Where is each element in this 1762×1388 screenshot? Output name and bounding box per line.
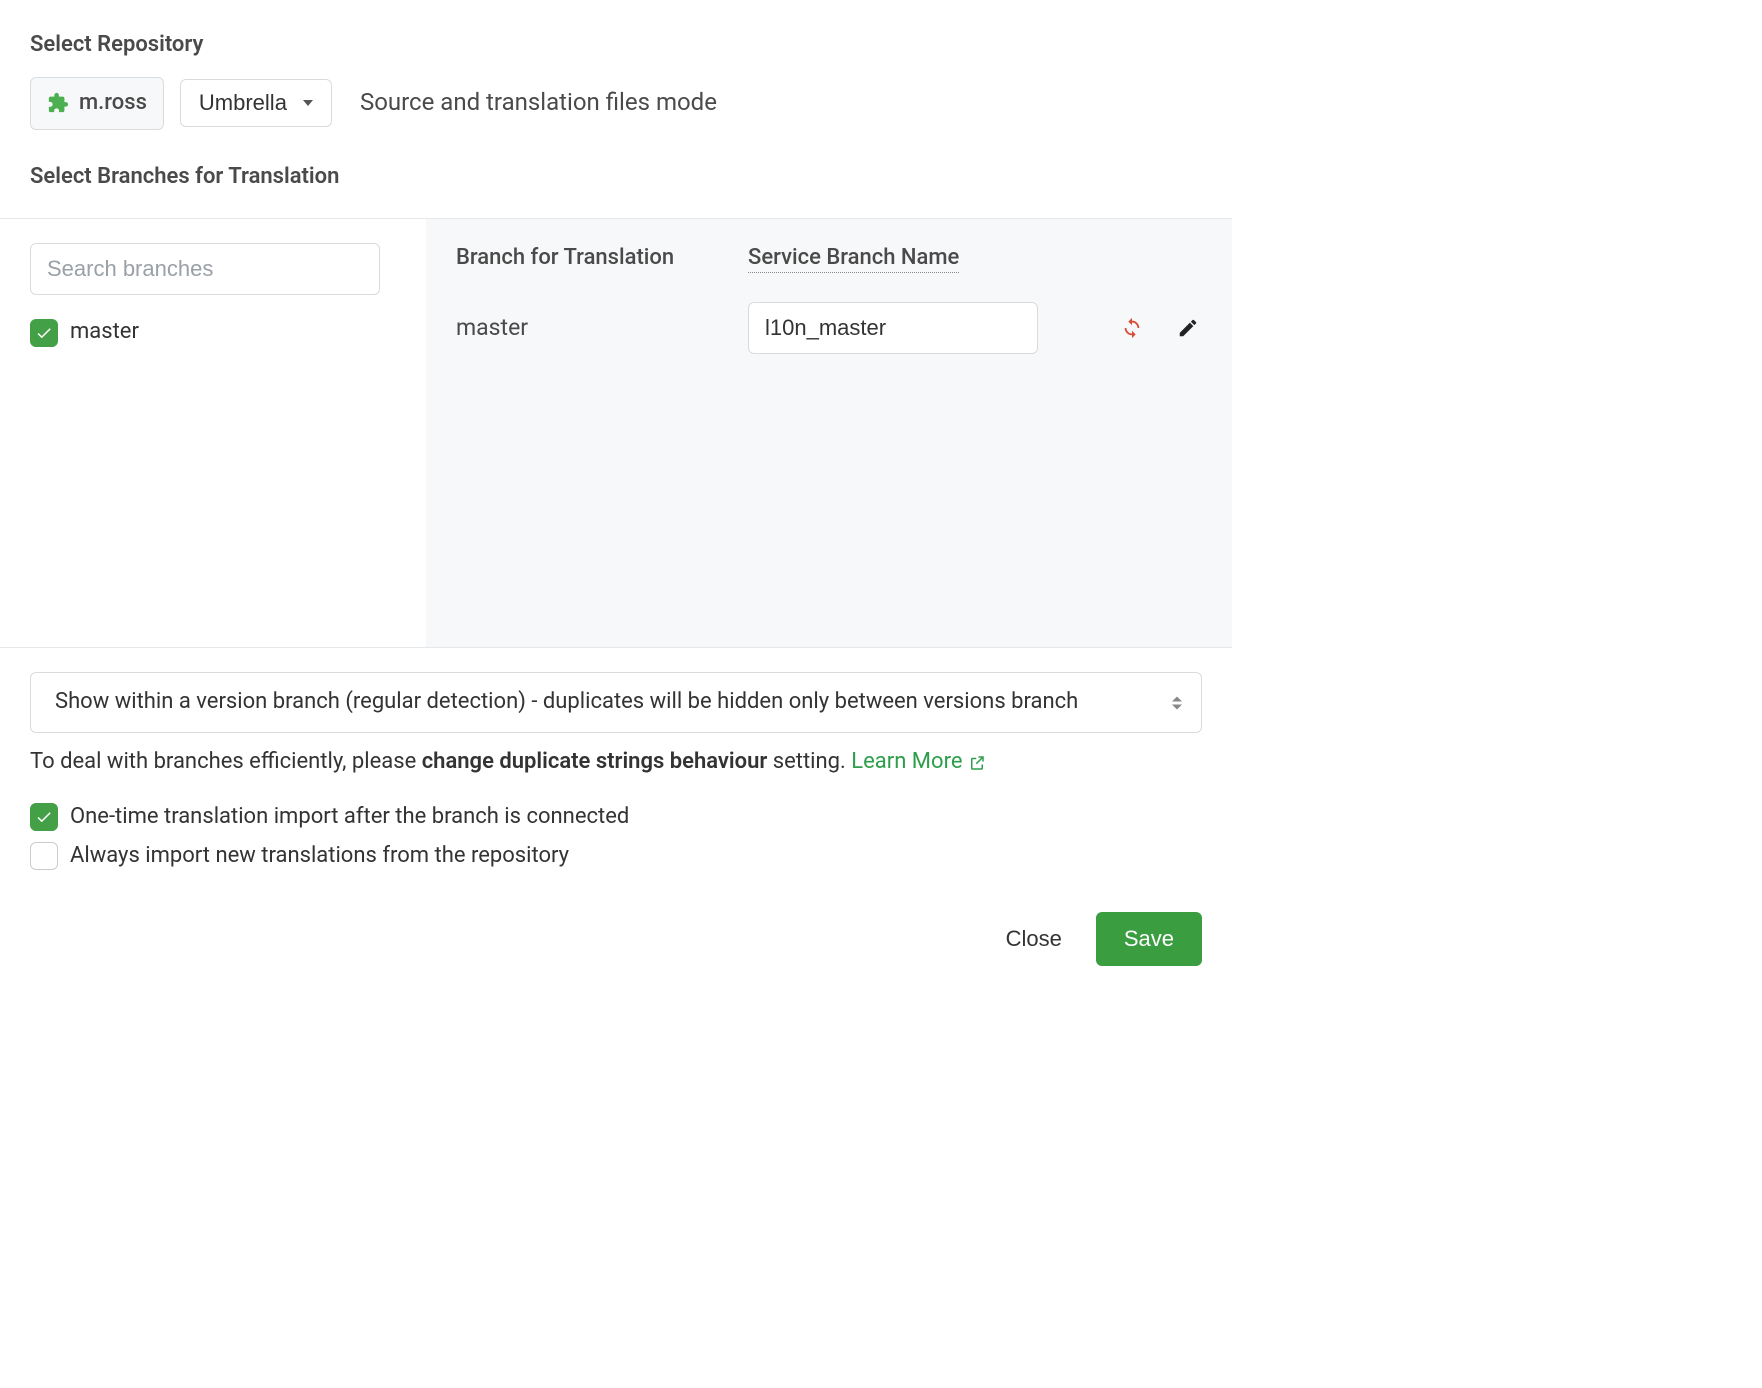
always-import-row[interactable]: Always import new translations from the … xyxy=(30,841,1202,872)
select-branches-heading: Select Branches for Translation xyxy=(30,162,1202,193)
one-time-import-checkbox[interactable] xyxy=(30,803,58,831)
col-service-title[interactable]: Service Branch Name xyxy=(748,245,959,273)
branches-right-pane: Branch for Translation Service Branch Na… xyxy=(426,219,1232,647)
project-label: Umbrella xyxy=(199,90,287,116)
edit-icon[interactable] xyxy=(1174,314,1202,342)
branch-label: master xyxy=(70,317,139,348)
service-branch-input[interactable] xyxy=(748,302,1038,354)
project-dropdown[interactable]: Umbrella xyxy=(180,79,332,127)
one-time-import-label: One-time translation import after the br… xyxy=(70,802,629,833)
always-import-label: Always import new translations from the … xyxy=(70,841,569,872)
caret-down-icon xyxy=(303,100,313,106)
external-link-icon xyxy=(968,754,986,772)
duplicate-hint: To deal with branches efficiently, pleas… xyxy=(30,747,1202,778)
branches-left-pane: master xyxy=(0,219,426,647)
branch-name: master xyxy=(456,314,528,341)
learn-more-label: Learn More xyxy=(851,747,962,778)
puzzle-icon xyxy=(47,92,69,114)
search-branches-input[interactable] xyxy=(30,243,380,295)
mode-label: Source and translation files mode xyxy=(360,86,717,120)
sync-icon[interactable] xyxy=(1118,314,1146,342)
hint-prefix: To deal with branches efficiently, pleas… xyxy=(30,749,422,774)
col-branch-title: Branch for Translation xyxy=(456,245,674,270)
always-import-checkbox[interactable] xyxy=(30,842,58,870)
hint-strong: change duplicate strings behaviour xyxy=(422,749,768,774)
duplicate-strings-select-wrap: Show within a version branch (regular de… xyxy=(30,672,1202,733)
save-button[interactable]: Save xyxy=(1096,912,1202,966)
learn-more-link[interactable]: Learn More xyxy=(851,747,986,778)
owner-chip[interactable]: m.ross xyxy=(30,77,164,130)
duplicate-strings-select[interactable]: Show within a version branch (regular de… xyxy=(30,672,1202,733)
owner-label: m.ross xyxy=(79,88,147,119)
branch-row: master xyxy=(456,302,1202,354)
close-button[interactable]: Close xyxy=(996,914,1072,964)
select-repository-heading: Select Repository xyxy=(30,30,1202,61)
branch-checkbox[interactable] xyxy=(30,319,58,347)
repository-row: m.ross Umbrella Source and translation f… xyxy=(30,77,1202,130)
one-time-import-row[interactable]: One-time translation import after the br… xyxy=(30,802,1202,833)
branches-area: master Branch for Translation Service Br… xyxy=(0,218,1232,648)
branch-item[interactable]: master xyxy=(30,317,396,348)
hint-suffix: setting. xyxy=(767,749,851,774)
